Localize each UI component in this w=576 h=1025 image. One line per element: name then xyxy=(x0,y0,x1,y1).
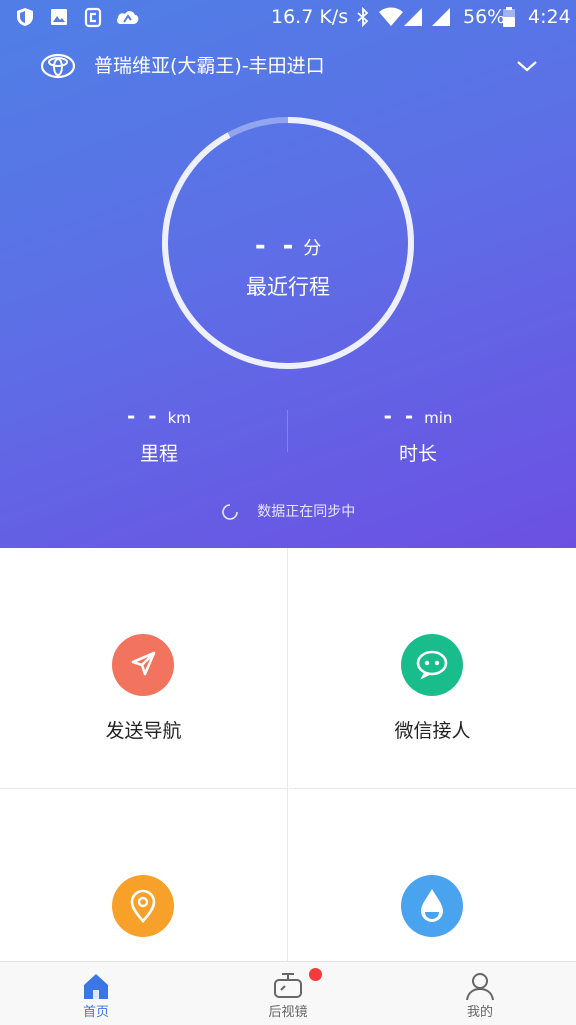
wechat-pickup-label: 微信接人 xyxy=(394,720,471,742)
feature-grid: 发送导航 微信接人 xyxy=(0,548,576,961)
location-pin-icon xyxy=(112,875,174,937)
home-icon xyxy=(84,974,108,999)
network-speed: 16.7 K/s xyxy=(271,6,349,28)
mileage-label: 里程 xyxy=(139,443,178,465)
cloud-icon xyxy=(117,11,139,24)
water-drop-icon xyxy=(401,875,463,937)
chevron-down-icon[interactable] xyxy=(514,54,540,78)
location-button[interactable] xyxy=(0,789,287,961)
bluetooth-icon xyxy=(357,6,369,28)
trip-time-placeholder: - - xyxy=(254,231,298,261)
duration-label: 时长 xyxy=(398,443,437,465)
send-navigation-label: 发送导航 xyxy=(105,720,182,742)
send-navigation-icon xyxy=(112,634,174,696)
water-drop-button[interactable] xyxy=(289,789,576,961)
trip-time-unit: 分 xyxy=(303,238,322,259)
duration-stat: - - min 时长 xyxy=(274,400,562,470)
wechat-icon xyxy=(401,634,463,696)
sync-status-text: 数据正在同步中 xyxy=(257,504,356,520)
profile-icon xyxy=(466,973,494,1001)
bottom-tab-bar: 首页 后视镜 我的 xyxy=(0,961,576,1025)
car-model-name: 普瑞维亚(大霸王)-丰田进口 xyxy=(94,55,325,77)
trip-time-value: - - 分 xyxy=(158,233,418,262)
duration-unit: min xyxy=(424,409,453,427)
tab-home-label: 首页 xyxy=(82,1005,109,1020)
tab-profile-label: 我的 xyxy=(466,1005,493,1020)
mileage-value: - - xyxy=(127,404,160,428)
tab-home[interactable]: 首页 xyxy=(0,962,192,1025)
battery-percent: 56% xyxy=(463,6,506,28)
toyota-logo-icon xyxy=(40,53,76,79)
shield-icon xyxy=(17,8,33,26)
sync-status: 数据正在同步中 xyxy=(0,500,576,524)
tab-profile[interactable]: 我的 xyxy=(384,962,576,1025)
notification-badge xyxy=(309,968,322,981)
duration-value: - - xyxy=(383,404,417,428)
trip-summary-panel: 16.7 K/s 56% 4:24 普瑞维亚(大霸王)-丰田进口 - - 分 最… xyxy=(0,0,576,548)
battery-icon xyxy=(503,7,515,27)
wechat-pickup-button[interactable]: 微信接人 xyxy=(289,548,576,789)
tab-rearview-mirror-label: 后视镜 xyxy=(268,1005,308,1020)
app-icon xyxy=(84,7,102,28)
loading-spinner-icon xyxy=(221,504,238,520)
clock: 4:24 xyxy=(528,6,571,28)
wifi-icon xyxy=(379,7,403,26)
status-bar: 16.7 K/s 56% 4:24 xyxy=(0,0,576,34)
mileage-unit: km xyxy=(167,409,191,427)
rearview-mirror-icon xyxy=(274,973,302,998)
send-navigation-button[interactable]: 发送导航 xyxy=(0,548,287,789)
image-icon xyxy=(51,9,67,25)
tab-rearview-mirror[interactable]: 后视镜 xyxy=(192,962,384,1025)
mileage-stat: - - km 里程 xyxy=(15,400,303,470)
recent-trip-label: 最近行程 xyxy=(246,275,330,299)
car-selector[interactable]: 普瑞维亚(大霸王)-丰田进口 xyxy=(0,44,576,88)
signal-icon-2 xyxy=(432,8,450,26)
signal-icon xyxy=(404,8,422,26)
grid-divider xyxy=(287,548,288,961)
